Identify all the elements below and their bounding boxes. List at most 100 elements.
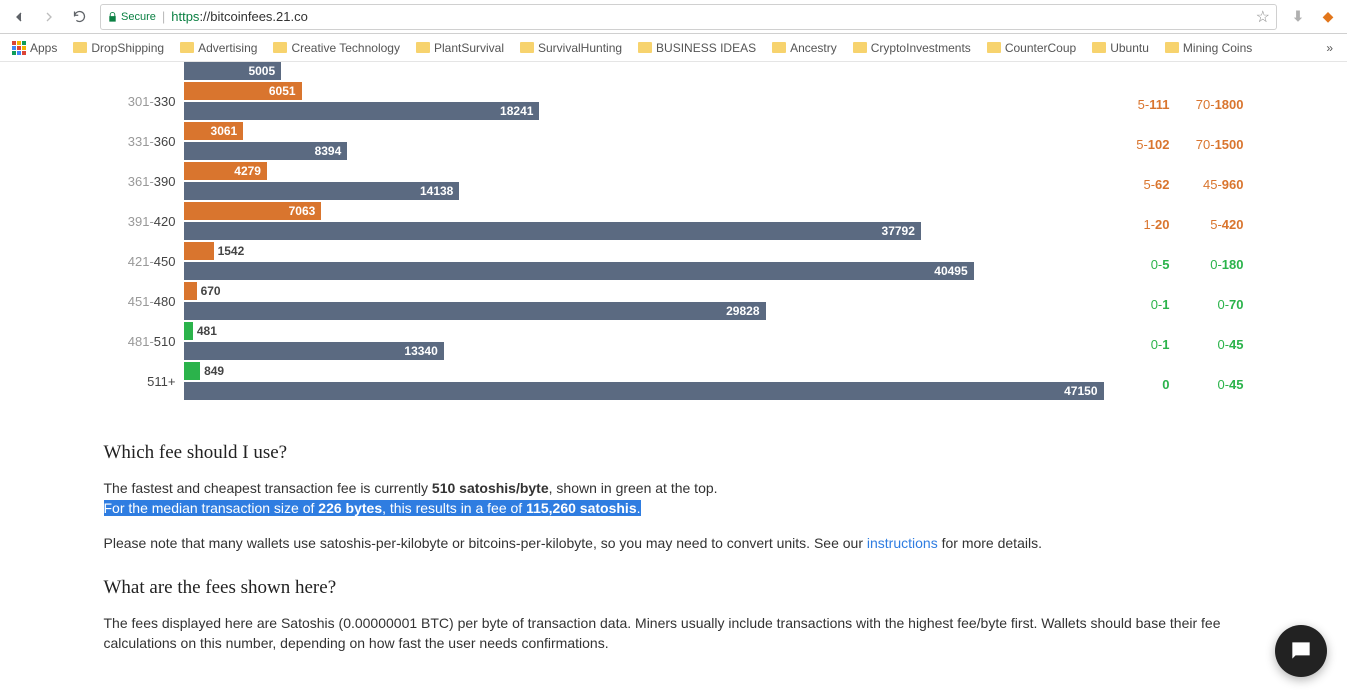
- apps-grid-icon: [12, 41, 26, 55]
- instructions-link[interactable]: instructions: [867, 535, 938, 551]
- unconfirmed-bar: 670: [184, 282, 197, 300]
- browser-toolbar: Secure | https://bitcoinfees.21.co ☆ ⬇ ◆: [0, 0, 1347, 34]
- bar-group: 670 29828: [184, 282, 1104, 322]
- fee-row: 391-4207063 37792 1-205-420: [104, 202, 1244, 242]
- unconfirmed-bar: 7063: [184, 202, 322, 220]
- time-estimate: 00-45: [1104, 362, 1244, 404]
- folder-icon: [180, 42, 194, 53]
- bookmark-cryptoinvestments[interactable]: CryptoInvestments: [845, 37, 979, 59]
- time-estimate: 5-10270-1500: [1104, 122, 1244, 164]
- bookmark-label: Ubuntu: [1110, 41, 1149, 55]
- bar-group: 7063 37792: [184, 202, 1104, 242]
- folder-icon: [987, 42, 1001, 53]
- unconfirmed-bar: 1542: [184, 242, 214, 260]
- fee-row: 301-3306051 18241 5-11170-1800: [104, 82, 1244, 122]
- mempool-bar: 37792: [184, 222, 921, 240]
- fee-range-label: 511+: [104, 362, 184, 389]
- bar-group: 3061 8394: [184, 122, 1104, 162]
- page-content: 5005301-3306051182415-11170-1800331-3603…: [0, 62, 1347, 697]
- bookmark-business-ideas[interactable]: BUSINESS IDEAS: [630, 37, 764, 59]
- mempool-bar: 8394: [184, 142, 348, 160]
- bar-group: 6051 18241: [184, 82, 1104, 122]
- bookmark-dropshipping[interactable]: DropShipping: [65, 37, 172, 59]
- fee-range-label: 481-510: [104, 322, 184, 349]
- bar-group: 427914138: [184, 162, 1104, 202]
- secure-lock-icon: Secure: [107, 11, 156, 23]
- bookmarks-bar: Apps DropShipping Advertising Creative Tec…: [0, 34, 1347, 62]
- unconfirmed-bar: 6051: [184, 82, 302, 100]
- bar-group: 48113340: [184, 322, 1104, 362]
- mempool-bar: 18241: [184, 102, 540, 120]
- bookmark-label: DropShipping: [91, 41, 164, 55]
- bookmark-label: Ancestry: [790, 41, 837, 55]
- bookmark-label: CryptoInvestments: [871, 41, 971, 55]
- bookmark-label: SurvivalHunting: [538, 41, 622, 55]
- bookmark-advertising[interactable]: Advertising: [172, 37, 265, 59]
- chat-widget[interactable]: [1275, 625, 1327, 677]
- folder-icon: [853, 42, 867, 53]
- mempool-bar: 5005: [184, 62, 282, 80]
- bar-group: 5005: [184, 62, 1104, 82]
- fee-range-label: 451-480: [104, 282, 184, 309]
- fee-row: 481-510481133400-10-45: [104, 322, 1244, 362]
- fee-range-label: 391-420: [104, 202, 184, 229]
- time-estimate: 1-205-420: [1104, 202, 1244, 244]
- bookmark-mining-coins[interactable]: Mining Coins: [1157, 37, 1260, 59]
- unit-note-text: Please note that many wallets use satosh…: [104, 533, 1244, 553]
- fee-row: 361-3904279141385-6245-960: [104, 162, 1244, 202]
- fee-row: 421-4501542 40495 0-50-180: [104, 242, 1244, 282]
- back-button[interactable]: [6, 4, 32, 30]
- fee-row: 5005: [104, 62, 1244, 82]
- fee-row: 331-3603061 8394 5-10270-1500: [104, 122, 1244, 162]
- apps-button[interactable]: Apps: [6, 37, 63, 59]
- bookmark-star-icon[interactable]: ☆: [1256, 7, 1270, 27]
- bookmark-ancestry[interactable]: Ancestry: [764, 37, 845, 59]
- folder-icon: [273, 42, 287, 53]
- metamask-extension-icon[interactable]: ◆: [1318, 7, 1338, 27]
- bookmark-plantsurvival[interactable]: PlantSurvival: [408, 37, 512, 59]
- what-fees-heading: What are the fees shown here?: [104, 577, 1244, 599]
- folder-icon: [73, 42, 87, 53]
- separator: |: [162, 9, 165, 24]
- folder-icon: [1092, 42, 1106, 53]
- fee-row: 451-480670298280-10-70: [104, 282, 1244, 322]
- unconfirmed-bar: 4279: [184, 162, 267, 180]
- apps-label: Apps: [30, 41, 57, 55]
- fee-range-label: 331-360: [104, 122, 184, 149]
- time-estimate: [1104, 62, 1244, 64]
- bookmark-label: BUSINESS IDEAS: [656, 41, 756, 55]
- bookmark-label: PlantSurvival: [434, 41, 504, 55]
- folder-icon: [520, 42, 534, 53]
- forward-button[interactable]: [36, 4, 62, 30]
- bookmark-survivalhunting[interactable]: SurvivalHunting: [512, 37, 630, 59]
- bar-group: 84947150: [184, 362, 1104, 402]
- which-fee-heading: Which fee should I use?: [104, 442, 1244, 464]
- reload-button[interactable]: [66, 4, 92, 30]
- fee-chart: 5005301-3306051182415-11170-1800331-3603…: [104, 62, 1244, 402]
- fee-range-label: 421-450: [104, 242, 184, 269]
- fee-range-label: 301-330: [104, 82, 184, 109]
- time-estimate: 0-10-45: [1104, 322, 1244, 364]
- bookmark-ubuntu[interactable]: Ubuntu: [1084, 37, 1157, 59]
- bookmark-countercoup[interactable]: CounterCoup: [979, 37, 1084, 59]
- bookmark-label: Mining Coins: [1183, 41, 1252, 55]
- pdf-extension-icon[interactable]: ⬇: [1288, 7, 1308, 27]
- secure-label: Secure: [121, 11, 156, 23]
- folder-icon: [1165, 42, 1179, 53]
- bookmark-label: CounterCoup: [1005, 41, 1076, 55]
- time-estimate: 0-50-180: [1104, 242, 1244, 284]
- recommended-fee-text: The fastest and cheapest transaction fee…: [104, 478, 1244, 519]
- bar-group: 1542 40495: [184, 242, 1104, 282]
- time-estimate: 5-11170-1800: [1104, 82, 1244, 124]
- mempool-bar: 29828: [184, 302, 766, 320]
- bookmarks-overflow[interactable]: »: [1318, 37, 1341, 59]
- unconfirmed-bar: 3061: [184, 122, 244, 140]
- bookmark-label: Creative Technology: [291, 41, 400, 55]
- bookmark-creative-technology[interactable]: Creative Technology: [265, 37, 408, 59]
- fee-row: 511+8494715000-45: [104, 362, 1244, 402]
- address-bar[interactable]: Secure | https://bitcoinfees.21.co ☆: [100, 4, 1277, 30]
- mempool-bar: 40495: [184, 262, 974, 280]
- folder-icon: [772, 42, 786, 53]
- folder-icon: [416, 42, 430, 53]
- folder-icon: [638, 42, 652, 53]
